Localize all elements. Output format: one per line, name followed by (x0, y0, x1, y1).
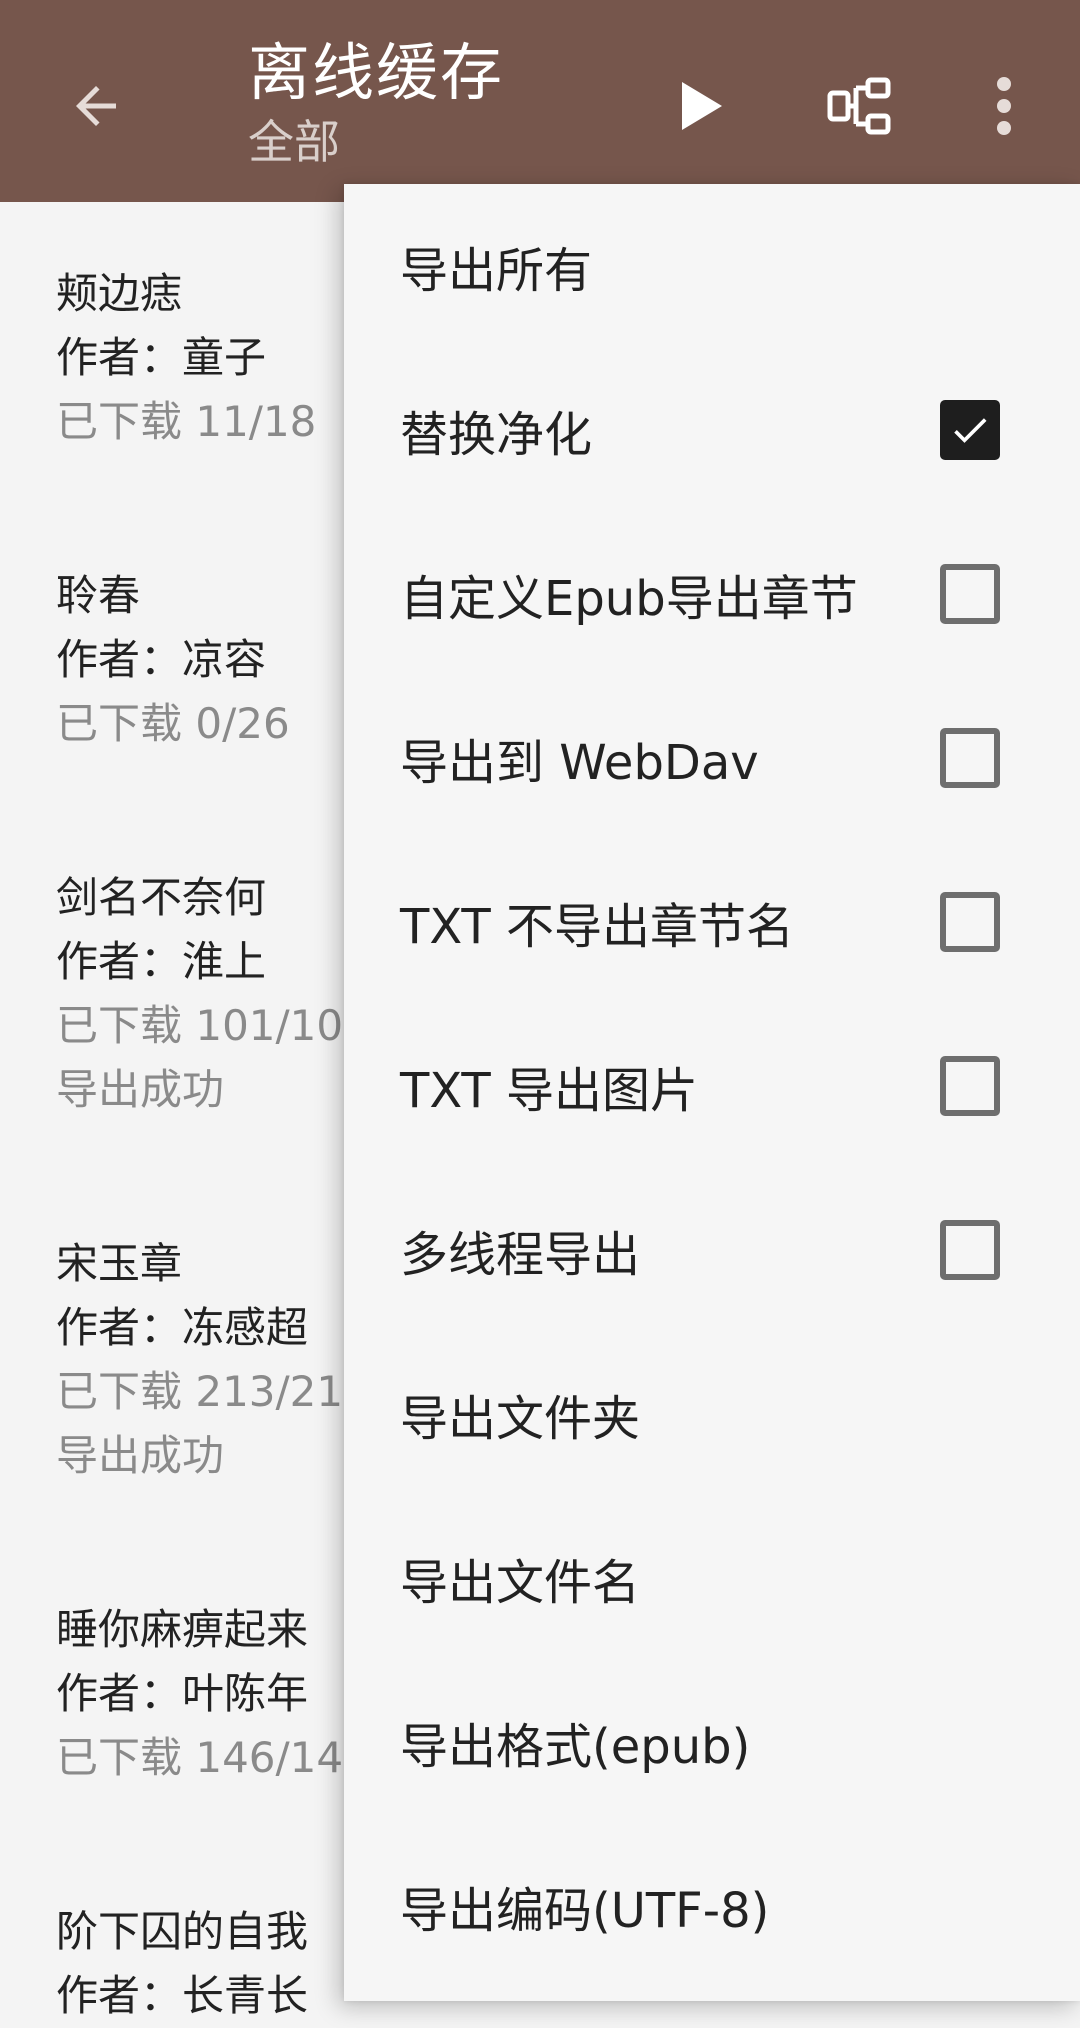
book-title: 宋玉章 (56, 1239, 183, 1288)
menu-item-replace-purify[interactable]: 替换净化 (344, 348, 1080, 512)
export-options-menu: 导出所有 替换净化 自定义Epub导出章节 导出到 WebDav TXT 不导出… (344, 184, 1080, 2001)
menu-item-export-webdav[interactable]: 导出到 WebDav (344, 676, 1080, 840)
book-author: 作者：长青长 (56, 1971, 309, 2020)
book-progress: 已下载 101/10 (56, 1001, 344, 1050)
book-progress: 已下载 146/14 (56, 1733, 344, 1782)
book-author: 作者：童子 (56, 333, 267, 382)
menu-item-label: 导出编码(UTF-8) (400, 1883, 770, 1939)
menu-item-label: 导出所有 (400, 243, 593, 299)
book-item[interactable]: 颊边痣 作者：童子 已下载 11/18 (56, 262, 316, 454)
back-button[interactable] (58, 68, 134, 144)
book-author: 作者：淮上 (56, 937, 267, 986)
more-vertical-icon (997, 77, 1011, 135)
book-author: 作者：凉容 (56, 635, 267, 684)
menu-item-export-format[interactable]: 导出格式(epub) (344, 1660, 1080, 1824)
menu-item-label: 导出文件名 (400, 1555, 641, 1611)
book-author: 作者：叶陈年 (56, 1669, 309, 1718)
book-title: 阶下囚的自我 (56, 1907, 309, 1956)
menu-item-custom-epub-chapters[interactable]: 自定义Epub导出章节 (344, 512, 1080, 676)
menu-item-export-filename[interactable]: 导出文件名 (344, 1496, 1080, 1660)
group-button[interactable] (818, 64, 902, 148)
multithread-export-checkbox[interactable] (940, 1220, 1000, 1280)
menu-item-txt-no-chapter-name[interactable]: TXT 不导出章节名 (344, 840, 1080, 1004)
book-progress: 已下载 11/18 (56, 397, 317, 446)
group-icon (827, 77, 891, 135)
book-progress: 已下载 213/21 (56, 1367, 344, 1416)
menu-item-label: 导出格式(epub) (400, 1719, 751, 1775)
book-item[interactable]: 聆春 作者：凉容 已下载 0/26 (56, 564, 290, 756)
menu-item-label: 多线程导出 (400, 1227, 641, 1283)
book-title: 颊边痣 (56, 269, 183, 318)
play-button[interactable] (660, 64, 744, 148)
replace-purify-checkbox[interactable] (940, 400, 1000, 460)
book-title: 睡你麻痹起来 (56, 1605, 309, 1654)
menu-item-label: TXT 导出图片 (400, 1063, 698, 1119)
menu-item-txt-export-images[interactable]: TXT 导出图片 (344, 1004, 1080, 1168)
book-item[interactable]: 睡你麻痹起来 作者：叶陈年 已下载 146/14 (56, 1598, 343, 1790)
arrow-left-icon (76, 86, 116, 126)
book-item[interactable]: 宋玉章 作者：冻感超 已下载 213/21 导出成功 (56, 1232, 343, 1488)
book-author: 作者：冻感超 (56, 1303, 309, 1352)
book-item[interactable]: 剑名不奈何 作者：淮上 已下载 101/10 导出成功 (56, 866, 343, 1122)
menu-item-label: 自定义Epub导出章节 (400, 571, 858, 627)
title-group: 离线缓存 全部 (248, 30, 504, 172)
menu-item-label: TXT 不导出章节名 (400, 899, 794, 955)
txt-export-images-checkbox[interactable] (940, 1056, 1000, 1116)
menu-item-export-all[interactable]: 导出所有 (344, 184, 1080, 348)
menu-item-export-folder[interactable]: 导出文件夹 (344, 1332, 1080, 1496)
page-subtitle: 全部 (248, 115, 340, 169)
checkmark-icon (954, 418, 987, 443)
book-progress: 已下载 0/26 (56, 699, 290, 748)
more-button[interactable] (962, 64, 1046, 148)
custom-epub-chapters-checkbox[interactable] (940, 564, 1000, 624)
book-title: 聆春 (56, 571, 141, 620)
menu-item-export-encoding[interactable]: 导出编码(UTF-8) (344, 1824, 1080, 1988)
book-title: 剑名不奈何 (56, 873, 267, 922)
book-status: 导出成功 (56, 1065, 225, 1114)
txt-no-chapter-name-checkbox[interactable] (940, 892, 1000, 952)
menu-item-label: 导出文件夹 (400, 1391, 641, 1447)
page-title: 离线缓存 (248, 36, 505, 109)
menu-item-label: 导出到 WebDav (400, 735, 759, 791)
menu-item-multithread-export[interactable]: 多线程导出 (344, 1168, 1080, 1332)
app-bar: 离线缓存 全部 (0, 0, 1080, 202)
menu-item-label: 替换净化 (400, 407, 593, 463)
book-status: 导出成功 (56, 1431, 225, 1480)
export-webdav-checkbox[interactable] (940, 728, 1000, 788)
book-item[interactable]: 阶下囚的自我 作者：长青长 (56, 1900, 308, 2028)
play-icon (682, 82, 722, 130)
